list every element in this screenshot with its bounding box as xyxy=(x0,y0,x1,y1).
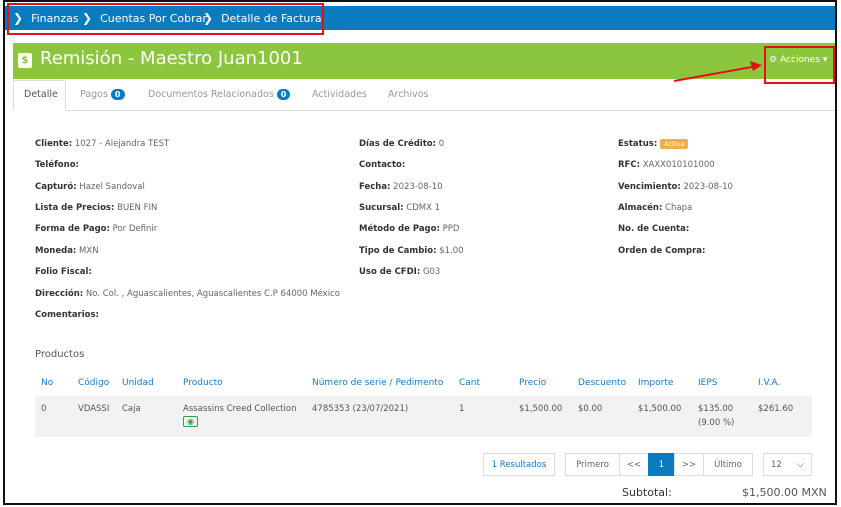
last-page-button[interactable]: Último xyxy=(703,453,753,476)
tab-pagos[interactable]: Pagos 0 xyxy=(80,89,125,100)
field-orden-compra: Orden de Compra: xyxy=(618,246,706,256)
column-header-iva[interactable]: I.V.A. xyxy=(758,378,780,388)
subtotal-value: $1,500.00 MXN xyxy=(742,486,827,499)
cell-serie: 4785353 (23/07/2021) xyxy=(312,404,409,414)
column-header-unidad[interactable]: Unidad xyxy=(122,378,154,388)
tab-documentos[interactable]: Documentos Relacionados 0 xyxy=(148,89,291,100)
first-page-button[interactable]: Primero xyxy=(565,453,620,476)
field-vencimiento: Vencimiento: 2023-08-10 xyxy=(618,182,733,192)
results-count: 1 Resultados xyxy=(483,453,555,476)
view-eye-icon[interactable]: ◉ xyxy=(183,416,198,427)
status-badge: Activa xyxy=(660,139,689,149)
tab-actividades[interactable]: Actividades xyxy=(312,89,367,100)
tab-label: Actividades xyxy=(312,89,367,100)
cell-codigo: VDASSI xyxy=(78,404,110,414)
field-tipo-cambio: Tipo de Cambio: $1.00 xyxy=(359,246,464,256)
cell-cant: 1 xyxy=(459,404,465,414)
column-header-no[interactable]: No xyxy=(41,378,53,388)
field-moneda: Moneda: MXN xyxy=(35,246,99,256)
column-header-serie[interactable]: Número de serie / Pedimento xyxy=(312,378,443,388)
column-header-descuento[interactable]: Descuento xyxy=(578,378,626,388)
count-badge: 0 xyxy=(276,89,291,100)
field-estatus: Estatus: Activa xyxy=(618,139,689,149)
tab-label: Pagos xyxy=(80,89,108,100)
page-1-button[interactable]: 1 xyxy=(648,453,675,476)
table-row xyxy=(35,396,812,437)
cell-importe: $1,500.00 xyxy=(638,404,682,414)
column-header-precio[interactable]: Precio xyxy=(519,378,546,388)
cell-ieps: $135.00 xyxy=(698,404,734,414)
cell-iva: $261.60 xyxy=(758,404,794,414)
tab-archivos[interactable]: Archivos xyxy=(388,89,428,100)
tab-detalle[interactable]: Detalle xyxy=(24,89,58,100)
page-size-value: 12 xyxy=(771,459,782,470)
field-almacen: Almacén: Chapa xyxy=(618,203,693,213)
tab-label: Documentos Relacionados xyxy=(148,89,274,100)
products-section-title: Productos xyxy=(35,349,85,360)
field-telefono: Teléfono: xyxy=(35,160,79,170)
field-contacto: Contacto: xyxy=(359,160,406,170)
column-header-importe[interactable]: Importe xyxy=(638,378,673,388)
subtotal-label: Subtotal: xyxy=(622,486,672,499)
chevron-down-icon: ⌵ xyxy=(796,459,804,470)
field-rfc: RFC: XAXX010101000 xyxy=(618,160,715,170)
column-header-codigo[interactable]: Código xyxy=(78,378,109,388)
cell-producto: Assassins Creed Collection xyxy=(183,404,297,414)
tab-label: Detalle xyxy=(24,89,58,100)
field-fecha: Fecha: 2023-08-10 xyxy=(359,182,443,192)
field-sucursal: Sucursal: CDMX 1 xyxy=(359,203,441,213)
field-direccion: Dirección: No. Col. , Aguascalientes, Ag… xyxy=(35,289,340,299)
column-header-cant[interactable]: Cant xyxy=(459,378,480,388)
cell-precio: $1,500.00 xyxy=(519,404,563,414)
cell-no: 0 xyxy=(41,404,47,414)
field-dias-credito: Días de Crédito: 0 xyxy=(359,139,445,149)
page-size-select[interactable]: 12 ⌵ xyxy=(763,453,812,476)
column-header-ieps[interactable]: IEPS xyxy=(698,378,717,388)
prev-page-button[interactable]: << xyxy=(619,453,649,476)
cell-descuento: $0.00 xyxy=(578,404,603,414)
field-lista-precios: Lista de Precios: BUEN FIN xyxy=(35,203,158,213)
field-capturo: Capturó: Hazel Sandoval xyxy=(35,182,145,192)
field-forma-pago: Forma de Pago: Por Definir xyxy=(35,224,158,234)
column-header-producto[interactable]: Producto xyxy=(183,378,223,388)
field-no-cuenta: No. de Cuenta: xyxy=(618,224,690,234)
field-cliente: Cliente: 1027 - Alejandra TEST xyxy=(35,139,170,149)
field-metodo-pago: Método de Pago: PPD xyxy=(359,224,460,234)
count-badge: 0 xyxy=(110,89,125,100)
next-page-button[interactable]: >> xyxy=(674,453,704,476)
cell-ieps-pct: (9.00 %) xyxy=(698,418,735,428)
cell-unidad: Caja xyxy=(122,404,141,414)
field-comentarios: Comentarios: xyxy=(35,310,99,320)
tab-label: Archivos xyxy=(388,89,429,100)
field-uso-cfdi: Uso de CFDI: G03 xyxy=(359,267,441,277)
field-folio-fiscal: Folio Fiscal: xyxy=(35,267,92,277)
